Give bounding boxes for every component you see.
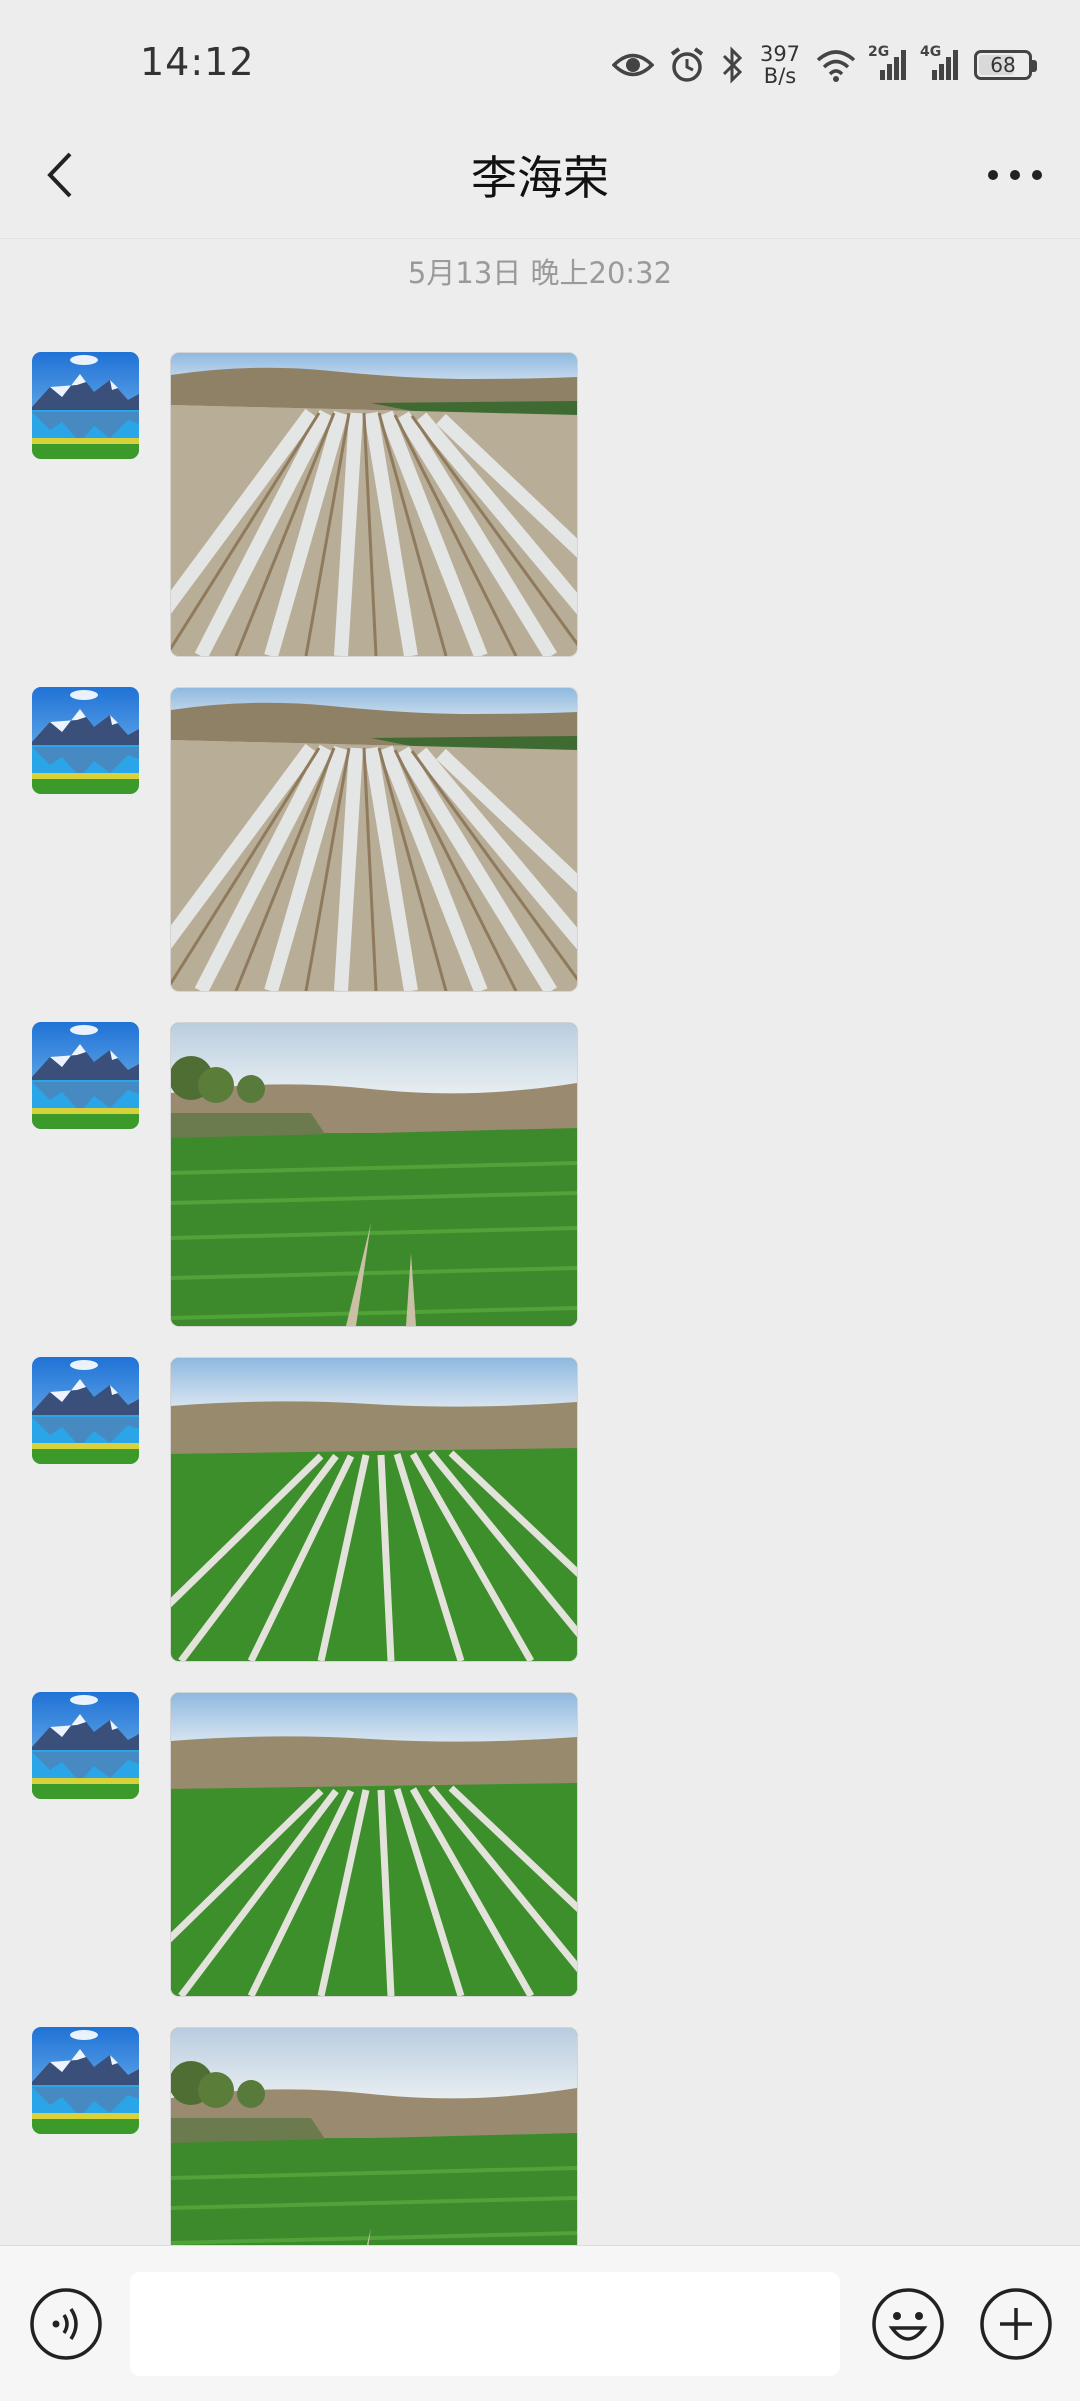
avatar[interactable] [32,687,139,794]
network-speed: 397 B/s [758,43,802,87]
chat-header: 李海荣 [0,120,1080,239]
voice-button[interactable] [28,2286,104,2362]
more-icon [988,170,1042,180]
more-button[interactable] [980,150,1050,200]
network-speed-value: 397 [759,42,801,66]
image-message[interactable] [170,1022,578,1327]
battery-level: 68 [990,53,1016,77]
bluetooth-icon [720,46,744,84]
message-item [32,1692,592,1997]
avatar[interactable] [32,1692,139,1799]
voice-icon [30,2288,102,2360]
message-item [32,687,592,992]
message-item [32,2027,592,2245]
status-bar: 14:12 397 B/s 2G 4G 68 [0,0,1080,130]
status-time: 14:12 [140,40,255,84]
message-input-bar [0,2245,1080,2401]
image-message[interactable] [170,687,578,992]
image-message[interactable] [170,1692,578,1997]
message-item [32,352,592,657]
status-icons: 397 B/s 2G 4G 68 [612,40,1037,90]
network-speed-unit: B/s [763,64,797,88]
chat-title: 李海荣 [471,151,609,205]
wifi-icon [816,48,856,82]
signal-4g-icon: 4G [920,44,960,82]
message-timestamp: 5月13日 晚上20:32 [407,256,673,290]
plus-icon [980,2288,1052,2360]
eye-icon [612,50,654,80]
image-message[interactable] [170,1357,578,1662]
emoji-button[interactable] [870,2286,946,2362]
message-item [32,1357,592,1662]
message-input[interactable] [130,2272,840,2376]
more-functions-button[interactable] [978,2286,1054,2362]
avatar[interactable] [32,1022,139,1129]
emoji-icon [872,2288,944,2360]
message-item [32,1022,592,1327]
signal-4g-label: 4G [920,44,942,60]
alarm-icon [668,46,706,84]
image-message[interactable] [170,352,578,657]
signal-2g-label: 2G [868,44,890,60]
signal-2g-icon: 2G [868,44,908,82]
chat-message-list[interactable]: 5月13日 晚上20:32 [0,240,1080,2245]
avatar[interactable] [32,1357,139,1464]
avatar[interactable] [32,352,139,459]
battery-icon: 68 [974,50,1037,80]
avatar[interactable] [32,2027,139,2134]
image-message[interactable] [170,2027,578,2245]
